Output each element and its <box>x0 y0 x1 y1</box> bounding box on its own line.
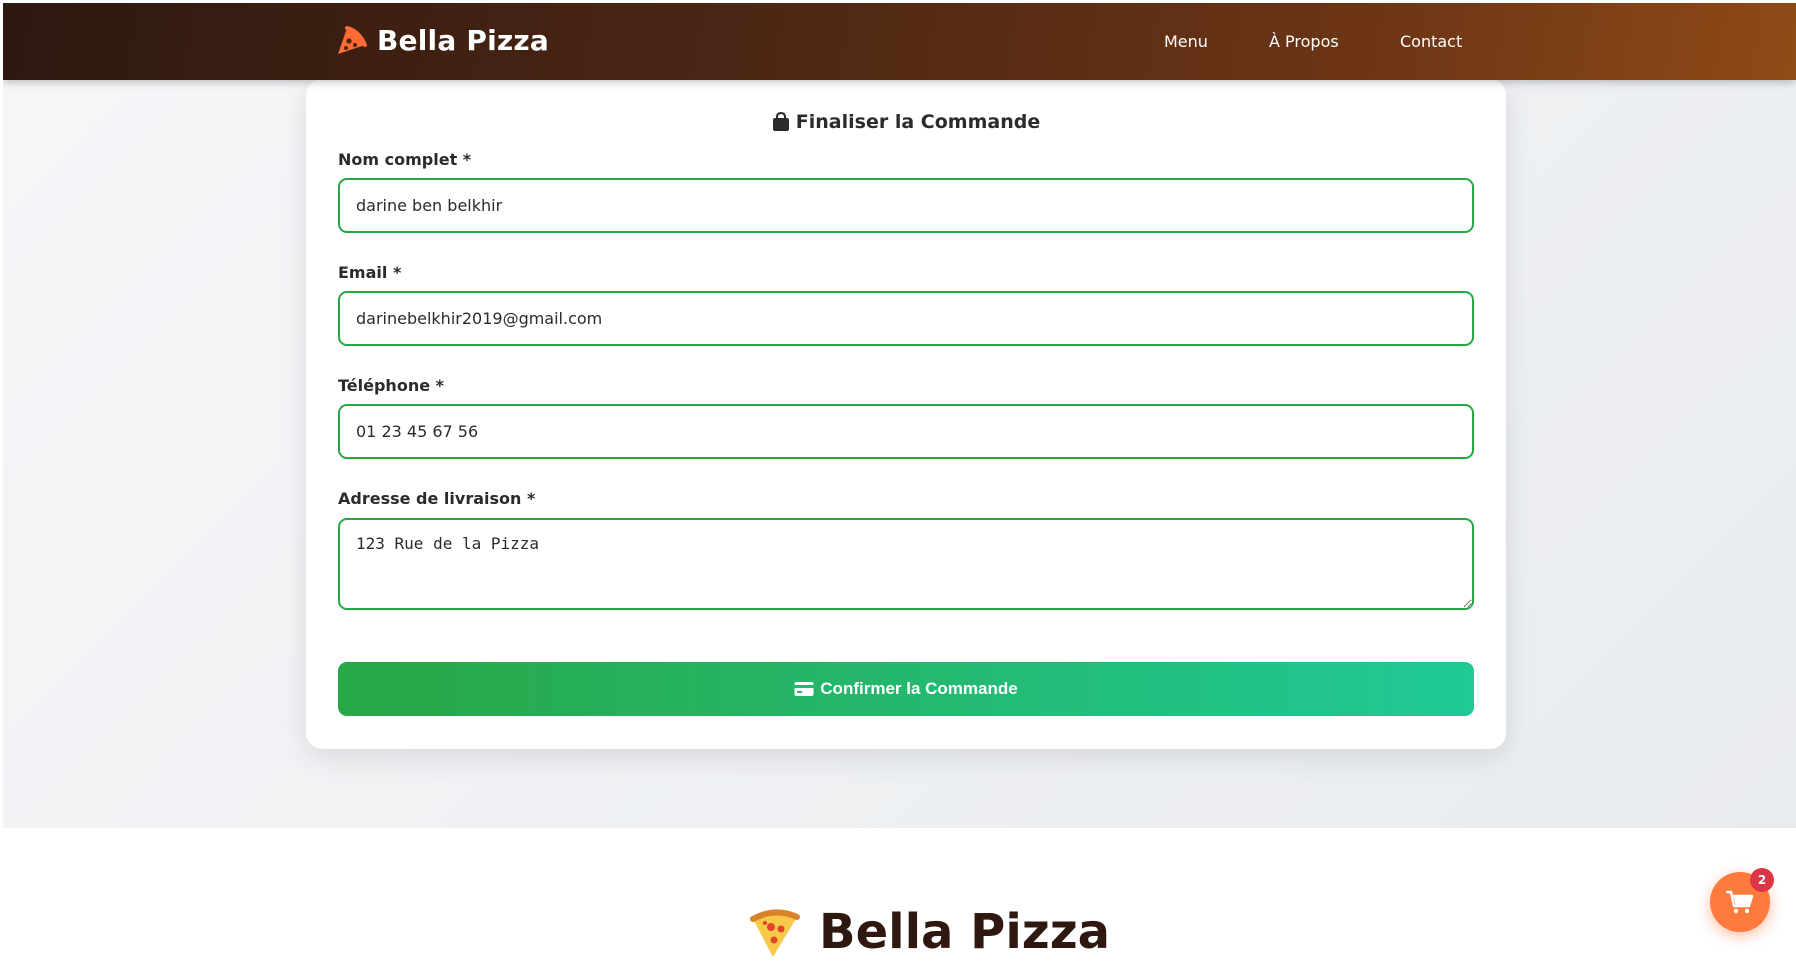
address-textarea[interactable]: 123 Rue de la Pizza <box>338 518 1474 610</box>
checkout-section: Finaliser la Commande Nom complet * Emai… <box>3 79 1796 828</box>
shopping-bag-icon <box>772 112 789 131</box>
confirm-order-button[interactable]: Confirmer la Commande <box>338 662 1474 716</box>
window-frame-top <box>0 0 1796 3</box>
nav-link-about[interactable]: À Propos <box>1269 32 1339 51</box>
brand-logo[interactable]: Bella Pizza <box>334 23 549 57</box>
brand-name: Bella Pizza <box>377 23 549 57</box>
checkout-title-text: Finaliser la Commande <box>795 111 1041 133</box>
window-frame-left <box>0 0 3 965</box>
name-label: Nom complet * <box>338 150 472 169</box>
footer-brand: Bella Pizza <box>747 904 1110 960</box>
email-label: Email * <box>338 263 402 282</box>
shopping-cart-icon <box>1726 890 1754 914</box>
cart-count-badge: 2 <box>1750 868 1774 892</box>
checkout-card: Finaliser la Commande Nom complet * Emai… <box>306 79 1506 749</box>
confirm-order-label: Confirmer la Commande <box>820 679 1018 698</box>
address-label: Adresse de livraison * <box>338 489 536 508</box>
credit-card-icon <box>794 682 814 696</box>
phone-input[interactable] <box>338 404 1474 459</box>
phone-label: Téléphone * <box>338 376 444 395</box>
nav-link-contact[interactable]: Contact <box>1400 32 1462 51</box>
pizza-emoji-icon <box>750 909 800 957</box>
pizza-slice-icon <box>338 26 367 54</box>
name-input[interactable] <box>338 178 1474 233</box>
checkout-title: Finaliser la Commande <box>306 111 1506 133</box>
footer: Bella Pizza <box>3 828 1796 965</box>
email-input[interactable] <box>338 291 1474 346</box>
nav-link-menu[interactable]: Menu <box>1164 32 1208 51</box>
footer-brand-name: Bella Pizza <box>819 904 1111 960</box>
navbar: Bella Pizza Menu À Propos Contact <box>3 3 1796 80</box>
